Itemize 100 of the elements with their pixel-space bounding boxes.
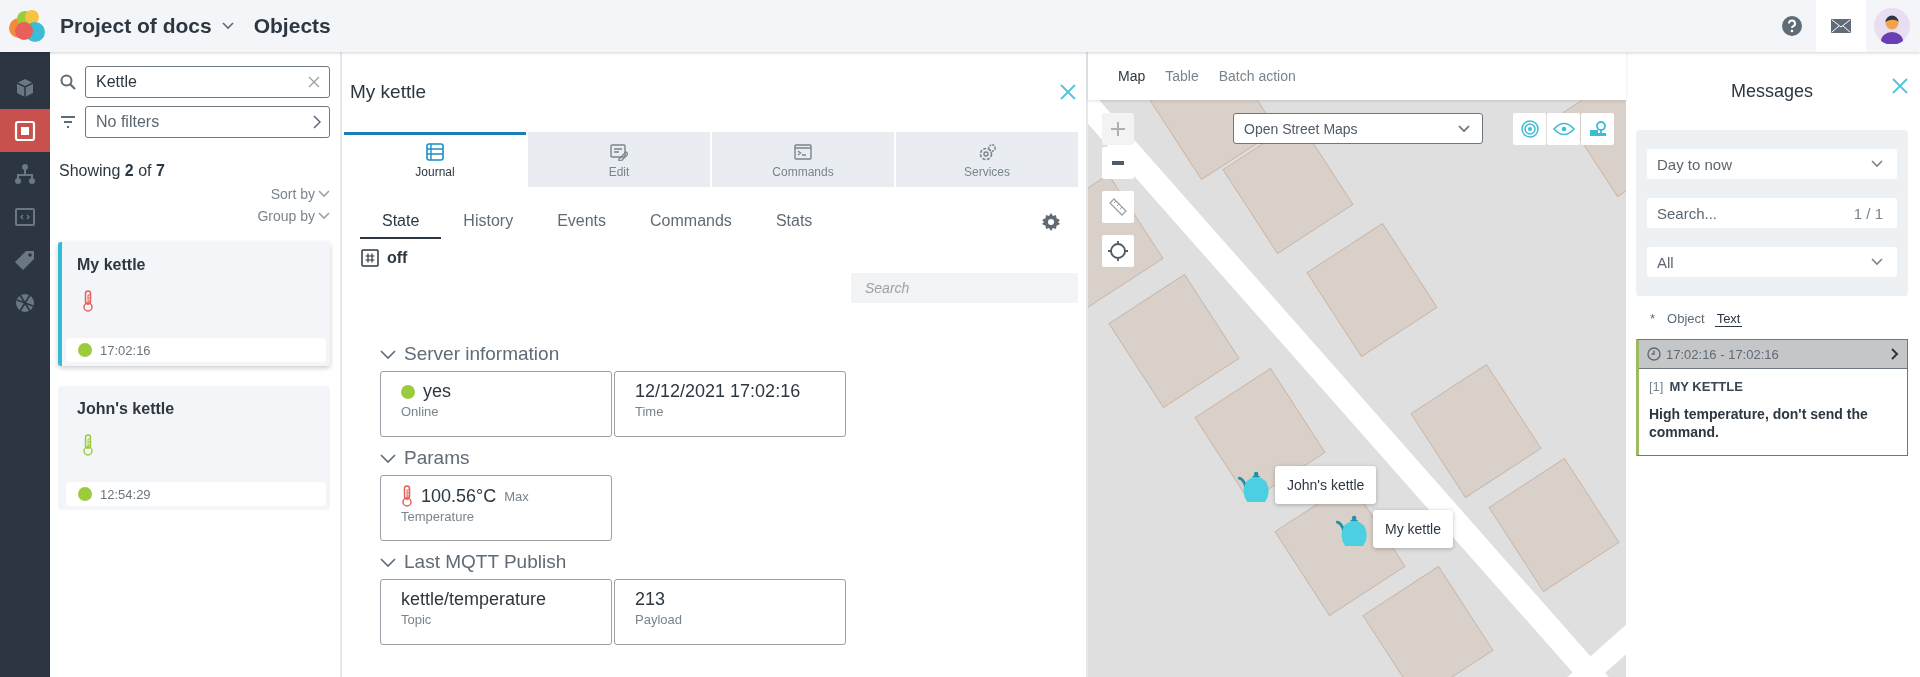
update-time: 17:02:16 (100, 342, 151, 358)
chevron-down-icon (1458, 124, 1470, 133)
state-icon (361, 249, 379, 267)
logo-icon (6, 8, 46, 44)
chevron-down-icon (318, 212, 330, 220)
panel-tab[interactable]: Edit (528, 132, 710, 187)
field-label: Time (635, 404, 665, 419)
filter-dropdown[interactable]: All (1647, 247, 1897, 277)
plus-icon (1111, 122, 1125, 136)
object-name: MY KETTLE (1669, 379, 1743, 394)
search-field[interactable]: Kettle (85, 66, 330, 98)
message-text: High temperature, don't send the command. (1649, 406, 1869, 441)
ruler-button[interactable] (1102, 191, 1134, 223)
close-icon (1892, 78, 1908, 94)
field-label: Payload (635, 612, 683, 627)
clear-icon[interactable] (308, 76, 320, 88)
update-time: 12:54:29 (100, 486, 151, 502)
field-value: kettle/temperature (401, 589, 547, 610)
cube-icon (14, 76, 36, 99)
settings-button[interactable] (1042, 213, 1060, 231)
column-toggle[interactable]: * (1648, 311, 1658, 327)
list-icon (426, 143, 444, 161)
locate-button[interactable] (1102, 235, 1134, 267)
project-title[interactable]: Project of docs (60, 14, 212, 38)
help-icon[interactable] (1782, 16, 1802, 36)
marker-label[interactable]: My kettle (1373, 510, 1453, 548)
panel-tab[interactable]: Services (896, 132, 1078, 187)
group-by-dropdown[interactable]: Group by (257, 208, 330, 224)
chevron-down-icon (1871, 160, 1883, 168)
crosshair-icon (1108, 241, 1128, 261)
tag-icon (14, 248, 36, 271)
view-tab[interactable]: Stats (753, 205, 835, 239)
map-layer-dropdown[interactable]: Open Street Maps (1233, 113, 1483, 144)
caret-icon (221, 22, 234, 30)
view-tab[interactable]: Batch action (1210, 68, 1304, 84)
period-dropdown[interactable]: Day to now (1647, 149, 1897, 179)
chevron-down-icon (318, 190, 330, 198)
field-label: Online (401, 404, 440, 419)
terminal-icon (794, 143, 812, 161)
field-value: yes (423, 381, 451, 402)
object-card[interactable]: My kettle 17:02:16 (58, 242, 330, 366)
target-button[interactable] (1513, 113, 1546, 145)
chevron-down-icon (1871, 258, 1883, 266)
close-button[interactable] (1892, 78, 1908, 94)
section-header[interactable]: Params (380, 441, 470, 475)
search-icon (59, 74, 76, 90)
state-value: off (387, 249, 408, 267)
pin-icon (1588, 121, 1607, 137)
view-tab[interactable]: Map (1110, 68, 1154, 84)
panel-title: Messages (1730, 80, 1813, 102)
result-count: Showing 2 of 7 (59, 162, 166, 180)
mail-icon (1831, 19, 1851, 33)
section-header[interactable]: Last MQTT Publish (380, 545, 567, 579)
match-count: 1 / 1 (1853, 205, 1883, 222)
object-name: My kettle (77, 256, 147, 274)
view-tab[interactable]: Events (535, 205, 629, 239)
visibility-button[interactable] (1547, 113, 1580, 145)
gears-icon (978, 143, 996, 161)
zoom-out-button[interactable] (1102, 147, 1134, 179)
object-name: John's kettle (77, 400, 176, 418)
avatar-icon[interactable] (1874, 8, 1910, 44)
filter-field[interactable]: No filters (85, 106, 330, 138)
column-toggle[interactable]: Text (1714, 311, 1743, 327)
column-toggle[interactable]: Object (1665, 311, 1707, 327)
field-note: Max (504, 488, 529, 504)
panel-title: My kettle (350, 81, 427, 103)
ruler-icon (1109, 198, 1127, 216)
close-icon (1060, 84, 1076, 100)
view-tab[interactable]: Table (1157, 68, 1207, 84)
panel-tab[interactable]: Commands (712, 132, 894, 187)
object-card[interactable]: John's kettle 12:54:29 (58, 386, 330, 510)
field-value: 12/12/2021 17:02:16 (635, 381, 801, 402)
field-value: 100.56°C (421, 485, 497, 507)
field-label: Temperature (401, 509, 475, 524)
minus-icon (1112, 161, 1124, 165)
close-button[interactable] (1060, 84, 1076, 100)
view-tab[interactable]: History (441, 205, 536, 239)
marker-label[interactable]: John's kettle (1275, 466, 1377, 504)
view-tab[interactable]: Commands (628, 205, 754, 239)
search-field[interactable]: Search (851, 273, 1078, 303)
filter-icon (59, 116, 76, 128)
page-title: Objects (253, 14, 331, 38)
section-header[interactable]: Server information (380, 337, 560, 371)
field-label: Topic (401, 612, 433, 627)
sort-by-dropdown[interactable]: Sort by (270, 186, 330, 202)
clock-icon (1647, 347, 1661, 361)
markers-button[interactable] (1581, 113, 1614, 145)
code-icon (14, 205, 36, 228)
hierarchy-icon (14, 162, 36, 185)
message-index: [1] (1649, 379, 1664, 394)
message-time: 17:02:16 - 17:02:16 (1666, 346, 1780, 362)
mail-button[interactable] (1816, 0, 1866, 52)
target-icon (1520, 120, 1539, 138)
nav-item[interactable] (0, 109, 50, 152)
chevron-right-icon[interactable] (1891, 348, 1899, 360)
globe-icon (14, 291, 36, 314)
view-tab[interactable]: State (360, 205, 442, 239)
settings-icon (1042, 213, 1060, 231)
field-value: 213 (635, 589, 666, 610)
device-icon (14, 119, 36, 142)
